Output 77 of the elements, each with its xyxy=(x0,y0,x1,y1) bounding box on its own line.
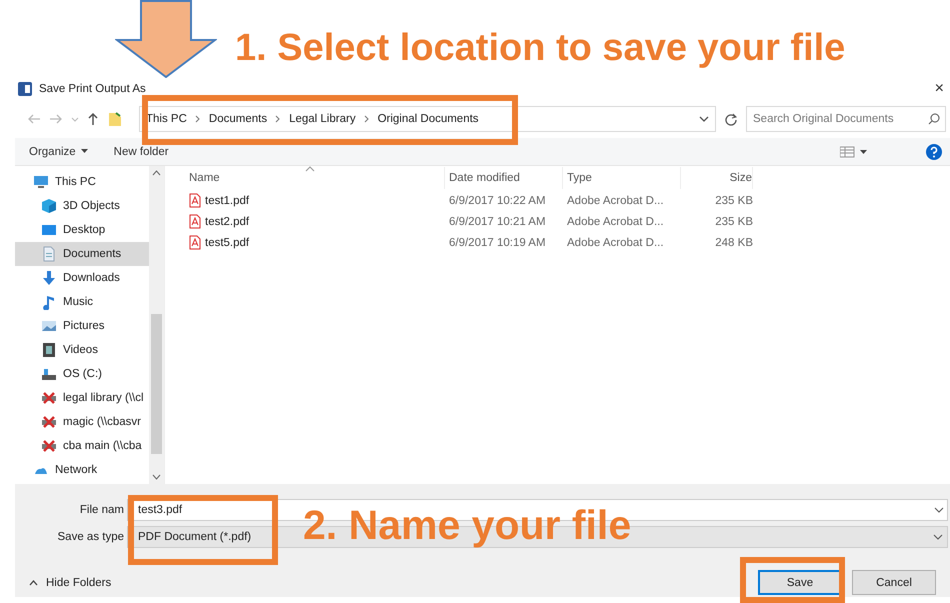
pdf-file-icon xyxy=(189,193,201,208)
column-header[interactable]: Type xyxy=(563,167,681,189)
table-cell-text: 6/9/2017 10:19 AM xyxy=(448,236,547,248)
nav-item[interactable]: Downloads xyxy=(15,266,149,290)
file-name[interactable]: test2.pdf xyxy=(205,216,250,228)
dropdown-caret-icon xyxy=(934,506,944,514)
refresh-icon[interactable] xyxy=(724,112,738,126)
nav-item[interactable]: legal library (\\cl xyxy=(15,386,149,410)
chevron-icon xyxy=(194,114,201,124)
app-icon xyxy=(17,81,33,97)
column-header[interactable]: Size xyxy=(681,167,753,189)
caret-icon xyxy=(29,580,38,586)
save-button[interactable]: Save xyxy=(758,570,842,595)
table-cell-text: Adobe Acrobat D... xyxy=(566,216,665,228)
network-drive-icon xyxy=(41,414,57,430)
caret-icon xyxy=(80,149,88,154)
computer-icon xyxy=(33,174,49,190)
table-cell-text: Adobe Acrobat D... xyxy=(566,194,665,206)
window-title: Save Print Output As xyxy=(39,83,146,95)
file-name[interactable]: test1.pdf xyxy=(205,194,250,206)
view-options-icon[interactable] xyxy=(840,146,868,158)
breadcrumb-item[interactable]: Legal Library xyxy=(289,113,356,125)
hide-folders-button[interactable]: Hide Folders xyxy=(23,576,118,590)
column-header[interactable]: Date modified xyxy=(445,167,563,189)
table-cell-text: 248 KB xyxy=(714,236,753,248)
nav-item[interactable]: Documents xyxy=(15,242,149,266)
nav-item[interactable]: magic (\\cbasvr xyxy=(15,410,149,434)
network-drive-icon xyxy=(41,438,57,454)
help-icon[interactable] xyxy=(926,144,942,160)
document-icon xyxy=(41,246,57,262)
column-header[interactable]: Name xyxy=(185,167,445,189)
dropdown-caret-icon[interactable] xyxy=(699,114,709,124)
nav-item[interactable]: Videos xyxy=(15,338,149,362)
file-name[interactable]: test5.pdf xyxy=(205,236,250,248)
download-icon xyxy=(41,270,57,286)
nav-item[interactable]: cba main (\\cba xyxy=(15,434,149,458)
pdf-file-icon xyxy=(189,235,201,250)
film-icon xyxy=(41,342,57,358)
nav-item[interactable]: Network xyxy=(15,458,149,482)
cancel-button[interactable]: Cancel xyxy=(852,570,936,595)
chevron-icon xyxy=(275,114,282,124)
pdf-file-icon xyxy=(189,214,201,229)
dropdown-caret-icon xyxy=(933,533,943,541)
nav-item[interactable]: Music xyxy=(15,290,149,314)
breadcrumb-item[interactable]: Documents xyxy=(208,113,268,125)
nav-item[interactable]: Desktop xyxy=(15,218,149,242)
search-field[interactable]: Search Original Documents xyxy=(746,106,946,132)
new-folder-button[interactable]: New folder xyxy=(112,144,171,160)
table-cell-text: Adobe Acrobat D... xyxy=(566,236,665,248)
address-bar[interactable]: This PC Documents Legal Library Original Documents xyxy=(139,106,716,132)
chevron-icon xyxy=(364,114,370,124)
close-button[interactable]: × xyxy=(928,80,950,98)
table-cell-text: 235 KB xyxy=(714,216,753,228)
picture-folder-icon xyxy=(41,318,57,334)
nav-item[interactable]: Pictures xyxy=(15,314,149,338)
table-cell-text: 6/9/2017 10:21 AM xyxy=(448,216,547,228)
annotation-text: 1. Select location to save your file xyxy=(235,28,846,68)
breadcrumb-item[interactable]: This PC xyxy=(146,113,187,125)
down-arrow-icon xyxy=(115,0,217,78)
breadcrumb-item[interactable]: Original Documents xyxy=(378,113,479,125)
folder-icon xyxy=(107,111,123,127)
nav-item[interactable]: OS (C:) xyxy=(15,362,149,386)
nav-item[interactable]: This PC xyxy=(15,170,149,194)
table-cell-text: 6/9/2017 10:22 AM xyxy=(448,194,547,206)
up-icon[interactable] xyxy=(87,112,99,126)
table-cell-text: 235 KB xyxy=(714,194,753,206)
field-label: File nam xyxy=(78,504,125,516)
field-label: Save as type xyxy=(56,531,125,543)
desktop-folder-icon xyxy=(41,222,57,238)
search-icon xyxy=(928,113,940,125)
cube-icon xyxy=(41,198,57,214)
scrollbar-thumb[interactable] xyxy=(151,314,162,454)
nav-item[interactable]: 3D Objects xyxy=(15,194,149,218)
music-icon xyxy=(41,294,57,310)
drive-icon xyxy=(41,366,57,382)
network-drive-icon xyxy=(41,390,57,406)
organize-button[interactable]: Organize xyxy=(27,144,90,160)
